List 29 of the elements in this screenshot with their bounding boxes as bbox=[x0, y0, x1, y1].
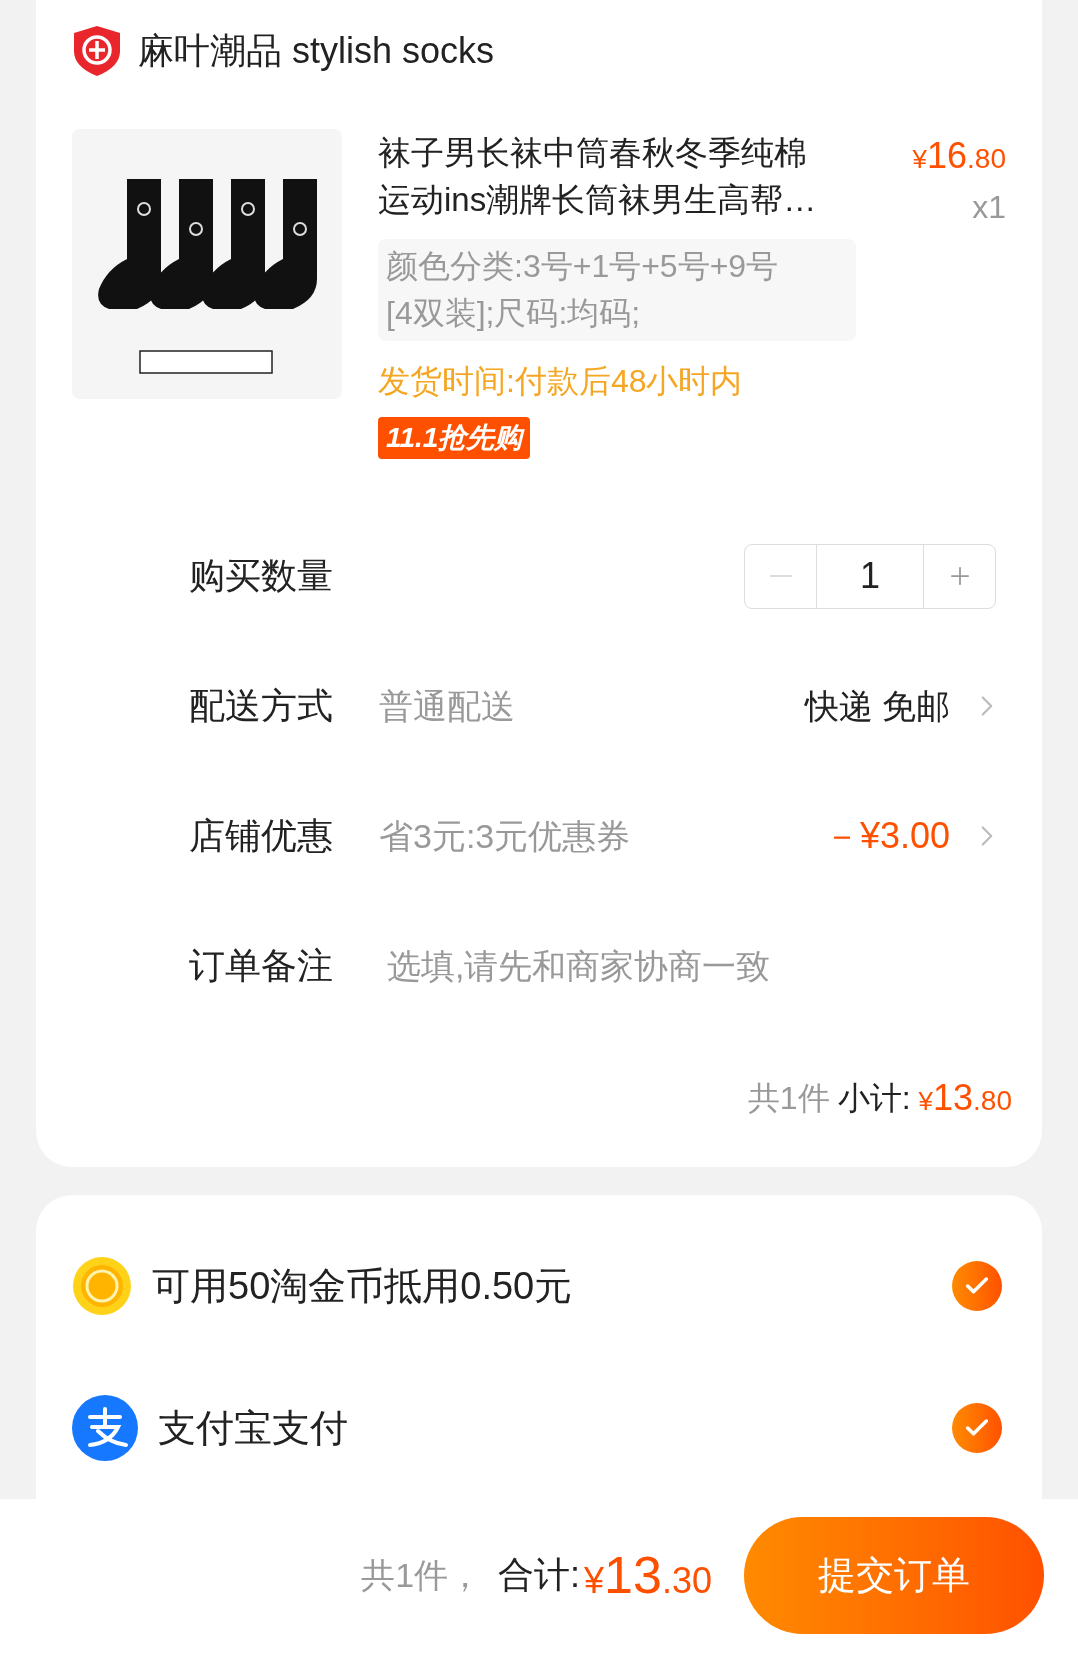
payment-label[interactable]: 可用50淘金币抵用0.50元 bbox=[152, 1257, 573, 1315]
payment-label[interactable]: 支付宝支付 bbox=[158, 1399, 348, 1457]
row-label: 店铺优惠 bbox=[189, 814, 334, 858]
minus-icon bbox=[769, 575, 792, 577]
total-price: ¥13.30 bbox=[584, 1545, 712, 1606]
coin-icon bbox=[72, 1256, 132, 1316]
check-icon[interactable] bbox=[952, 1261, 1002, 1311]
row-label: 购买数量 bbox=[189, 554, 334, 598]
shield-icon bbox=[72, 25, 122, 77]
product-title[interactable]: 袜子男长袜中筒春秋冬季纯棉 运动ins潮牌长筒袜男生高帮… bbox=[378, 129, 913, 231]
promo-badge: 11.1抢先购 bbox=[378, 417, 531, 459]
total-label: 合计: bbox=[498, 1553, 581, 1597]
subtotal-label: 小计: bbox=[837, 1079, 911, 1118]
product-quantity: x1 bbox=[972, 188, 1006, 227]
subtotal-price: ¥13.80 bbox=[918, 1076, 1012, 1120]
total-count: 共1件， bbox=[361, 1554, 483, 1596]
row-detail: 省3元:3元优惠券 bbox=[379, 815, 631, 857]
item-count: 共1件 bbox=[747, 1079, 830, 1118]
shipping-time: 发货时间:付款后48小时内 bbox=[378, 362, 744, 401]
row-label: 订单备注 bbox=[189, 944, 334, 988]
alipay-icon bbox=[72, 1395, 138, 1461]
note-field[interactable]: 选填,请先和商家协商一致 bbox=[387, 940, 996, 992]
store-name[interactable]: 麻叶潮品 stylish socks bbox=[138, 24, 495, 78]
product-price: ¥16.80 bbox=[912, 134, 1006, 178]
check-icon[interactable] bbox=[952, 1403, 1002, 1453]
row-label: 配送方式 bbox=[189, 684, 334, 728]
quantity-value[interactable]: 1 bbox=[817, 544, 923, 608]
row-value[interactable]: 快递 免邮 bbox=[804, 680, 950, 732]
row-detail: 普通配送 bbox=[379, 685, 515, 727]
